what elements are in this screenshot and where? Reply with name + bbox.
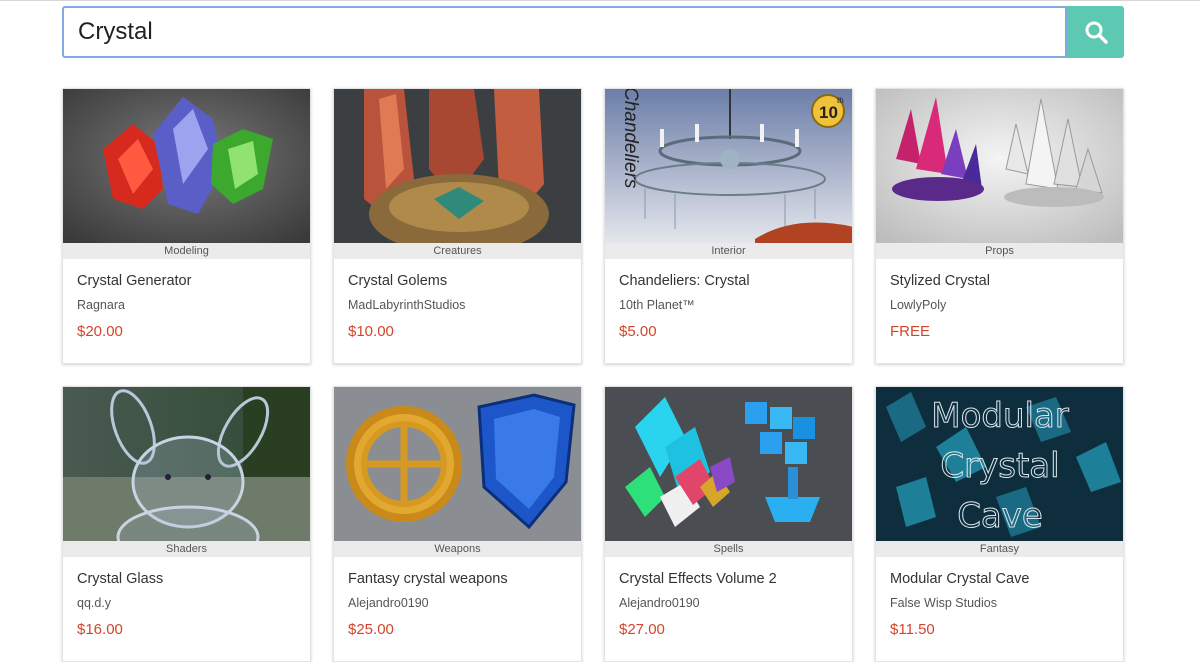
search-bar — [62, 6, 1124, 58]
product-card[interactable]: Creatures Crystal Golems MadLabyrinthStu… — [333, 88, 582, 364]
product-thumbnail[interactable] — [876, 89, 1123, 243]
product-author[interactable]: LowlyPoly — [890, 296, 1109, 314]
product-author[interactable]: Ragnara — [77, 296, 296, 314]
product-category: Weapons — [334, 541, 581, 557]
product-card[interactable]: Shaders Crystal Glass qq.d.y $16.00 — [62, 386, 311, 662]
product-price: $16.00 — [77, 621, 123, 638]
cave-title-line-3: Cave — [957, 496, 1043, 536]
cave-title-line-2: Crystal — [940, 446, 1059, 486]
product-author[interactable]: Alejandro0190 — [348, 594, 567, 612]
product-category: Interior — [605, 243, 852, 259]
product-card[interactable]: Modeling Crystal Generator Ragnara $20.0… — [62, 88, 311, 364]
top-divider — [0, 0, 1200, 1]
product-card[interactable]: Chandeliers 10 th Interior Chandeliers: … — [604, 88, 853, 364]
product-author[interactable]: Alejandro0190 — [619, 594, 838, 612]
product-thumbnail[interactable] — [334, 89, 581, 243]
product-author[interactable]: qq.d.y — [77, 594, 296, 612]
product-title[interactable]: Modular Crystal Cave — [890, 569, 1109, 591]
product-card[interactable]: Weapons Fantasy crystal weapons Alejandr… — [333, 386, 582, 662]
product-title[interactable]: Fantasy crystal weapons — [348, 569, 567, 591]
product-thumbnail[interactable]: Chandeliers 10 th — [605, 89, 852, 243]
product-category: Creatures — [334, 243, 581, 259]
cave-title-line-1: Modular — [931, 396, 1069, 436]
product-category: Fantasy — [876, 541, 1123, 557]
search-icon — [1085, 21, 1108, 44]
product-thumbnail[interactable] — [63, 89, 310, 243]
product-title[interactable]: Stylized Crystal — [890, 271, 1109, 293]
product-author[interactable]: False Wisp Studios — [890, 594, 1109, 612]
badge-number: 10 — [819, 103, 838, 122]
product-title[interactable]: Crystal Glass — [77, 569, 296, 591]
product-thumbnail[interactable] — [63, 387, 310, 541]
product-grid: Modeling Crystal Generator Ragnara $20.0… — [62, 88, 1124, 662]
product-category: Modeling — [63, 243, 310, 259]
product-author[interactable]: MadLabyrinthStudios — [348, 296, 567, 314]
product-category: Spells — [605, 541, 852, 557]
product-card[interactable]: Modular Crystal Cave Fantasy Modular Cry… — [875, 386, 1124, 662]
product-price: $11.50 — [890, 621, 935, 638]
product-author[interactable]: 10th Planet™ — [619, 296, 838, 314]
badge-suffix: th — [837, 96, 844, 105]
chandeliers-overlay-text: Chandeliers — [620, 89, 641, 189]
product-category: Props — [876, 243, 1123, 259]
product-price: $25.00 — [348, 621, 394, 638]
product-price: $5.00 — [619, 323, 657, 340]
product-thumbnail[interactable] — [605, 387, 852, 541]
product-category: Shaders — [63, 541, 310, 557]
search-input[interactable] — [62, 6, 1067, 58]
product-title[interactable]: Crystal Effects Volume 2 — [619, 569, 838, 591]
search-button[interactable] — [1067, 6, 1124, 58]
product-card[interactable]: Spells Crystal Effects Volume 2 Alejandr… — [604, 386, 853, 662]
product-thumbnail[interactable]: Modular Crystal Cave — [876, 387, 1123, 541]
product-price: $27.00 — [619, 621, 665, 638]
product-price: FREE — [890, 323, 931, 340]
product-card[interactable]: Props Stylized Crystal LowlyPoly FREE — [875, 88, 1124, 364]
product-title[interactable]: Crystal Generator — [77, 271, 296, 293]
product-title[interactable]: Crystal Golems — [348, 271, 567, 293]
product-price: $10.00 — [348, 323, 394, 340]
product-thumbnail[interactable] — [334, 387, 581, 541]
product-title[interactable]: Chandeliers: Crystal — [619, 271, 838, 293]
product-price: $20.00 — [77, 323, 123, 340]
